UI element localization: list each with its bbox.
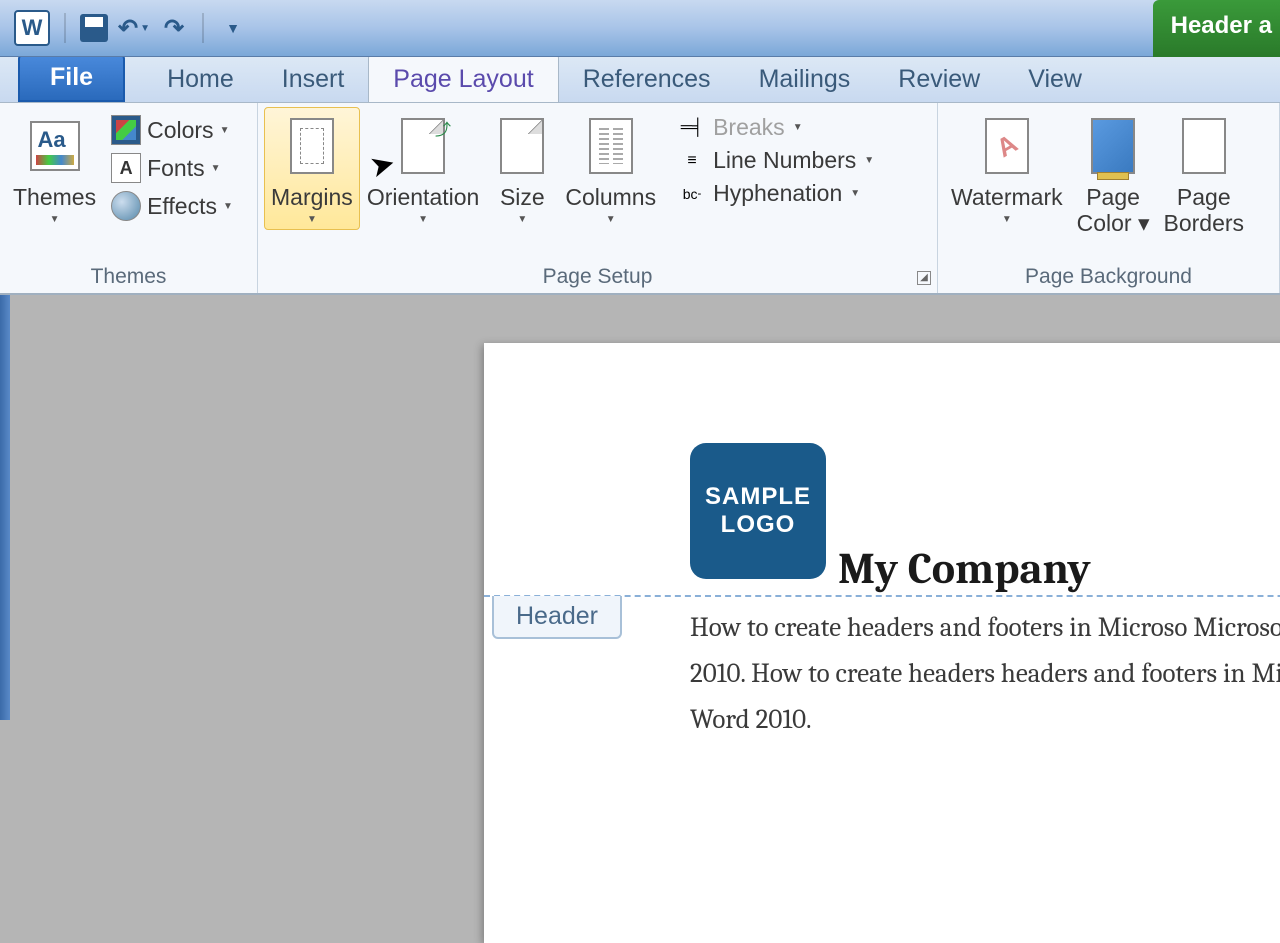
ruler-edge [0,295,10,720]
orientation-icon: ⤴ [401,118,445,174]
save-button[interactable] [78,12,110,44]
breaks-icon: ═╡ [677,116,707,140]
tab-mailings[interactable]: Mailings [735,55,875,102]
header-footer-context-tab[interactable]: Header a [1153,0,1280,57]
page-borders-icon [1182,118,1226,174]
size-icon [500,118,544,174]
separator [64,13,66,43]
colors-icon [111,115,141,145]
group-page-background: A Watermark ▼ PageColor ▾ PageBorders Pa… [938,103,1280,293]
ribbon-tabs: File Home Insert Page Layout References … [0,57,1280,103]
page-color-button[interactable]: PageColor ▾ [1070,107,1157,241]
sample-logo: SAMPLE LOGO [690,443,826,579]
group-label: Themes [6,259,251,293]
page-setup-dialog-launcher[interactable]: ◢ [917,271,931,285]
margins-icon [290,118,334,174]
save-icon [80,14,108,42]
separator [202,13,204,43]
company-title: My Company [838,543,1091,594]
qat-customize-button[interactable]: ▼ [216,12,248,44]
effects-icon [111,191,141,221]
breaks-button[interactable]: ═╡ Breaks ▼ [671,111,880,144]
tab-home[interactable]: Home [143,55,258,102]
group-label: Page Background [944,259,1273,293]
columns-icon [589,118,633,174]
document-area: SAMPLE LOGO My Company Header How to cre… [0,295,1280,720]
fonts-icon [111,153,141,183]
themes-button[interactable]: Themes ▼ [6,107,103,230]
body-text: How to create headers and footers in Mic… [690,605,1280,743]
tab-references[interactable]: References [559,55,735,102]
hyphenation-icon: bc- [677,182,707,206]
hyphenation-button[interactable]: bc- Hyphenation ▼ [671,177,880,210]
watermark-button[interactable]: A Watermark ▼ [944,107,1070,230]
page-borders-button[interactable]: PageBorders [1157,107,1252,241]
ribbon: Themes ▼ Colors ▼ Fonts ▼ Effects ▼ [0,103,1280,295]
fonts-button[interactable]: Fonts ▼ [103,149,241,187]
undo-button[interactable]: ↶▼ [118,12,150,44]
word-app-icon[interactable]: W [14,10,50,46]
group-themes: Themes ▼ Colors ▼ Fonts ▼ Effects ▼ [0,103,258,293]
tab-file[interactable]: File [18,53,125,102]
line-numbers-button[interactable]: ≡ Line Numbers ▼ [671,144,880,177]
tab-page-layout[interactable]: Page Layout [368,54,558,102]
redo-button[interactable]: ↷ [158,12,190,44]
header-tag[interactable]: Header [492,596,622,639]
line-numbers-icon: ≡ [677,149,707,173]
columns-button[interactable]: Columns ▼ [558,107,663,230]
themes-icon [30,121,80,171]
margins-button[interactable]: Margins ▼ [264,107,360,230]
effects-button[interactable]: Effects ▼ [103,187,241,225]
orientation-button[interactable]: ⤴ Orientation ▼ [360,107,487,230]
redo-icon: ↷ [164,14,184,43]
tab-insert[interactable]: Insert [258,55,369,102]
watermark-icon: A [985,118,1029,174]
colors-button[interactable]: Colors ▼ [103,111,241,149]
group-label: Page Setup [264,259,931,293]
group-page-setup: Margins ▼ ⤴ Orientation ▼ Size ▼ Columns… [258,103,938,293]
page-color-icon [1091,118,1135,174]
tab-review[interactable]: Review [874,55,1004,102]
document-page[interactable]: SAMPLE LOGO My Company Header How to cre… [484,343,1280,943]
tab-view[interactable]: View [1004,55,1106,102]
size-button[interactable]: Size ▼ [486,107,558,230]
undo-icon: ↶ [118,14,138,43]
title-bar: W ↶▼ ↷ ▼ Header a [0,0,1280,57]
